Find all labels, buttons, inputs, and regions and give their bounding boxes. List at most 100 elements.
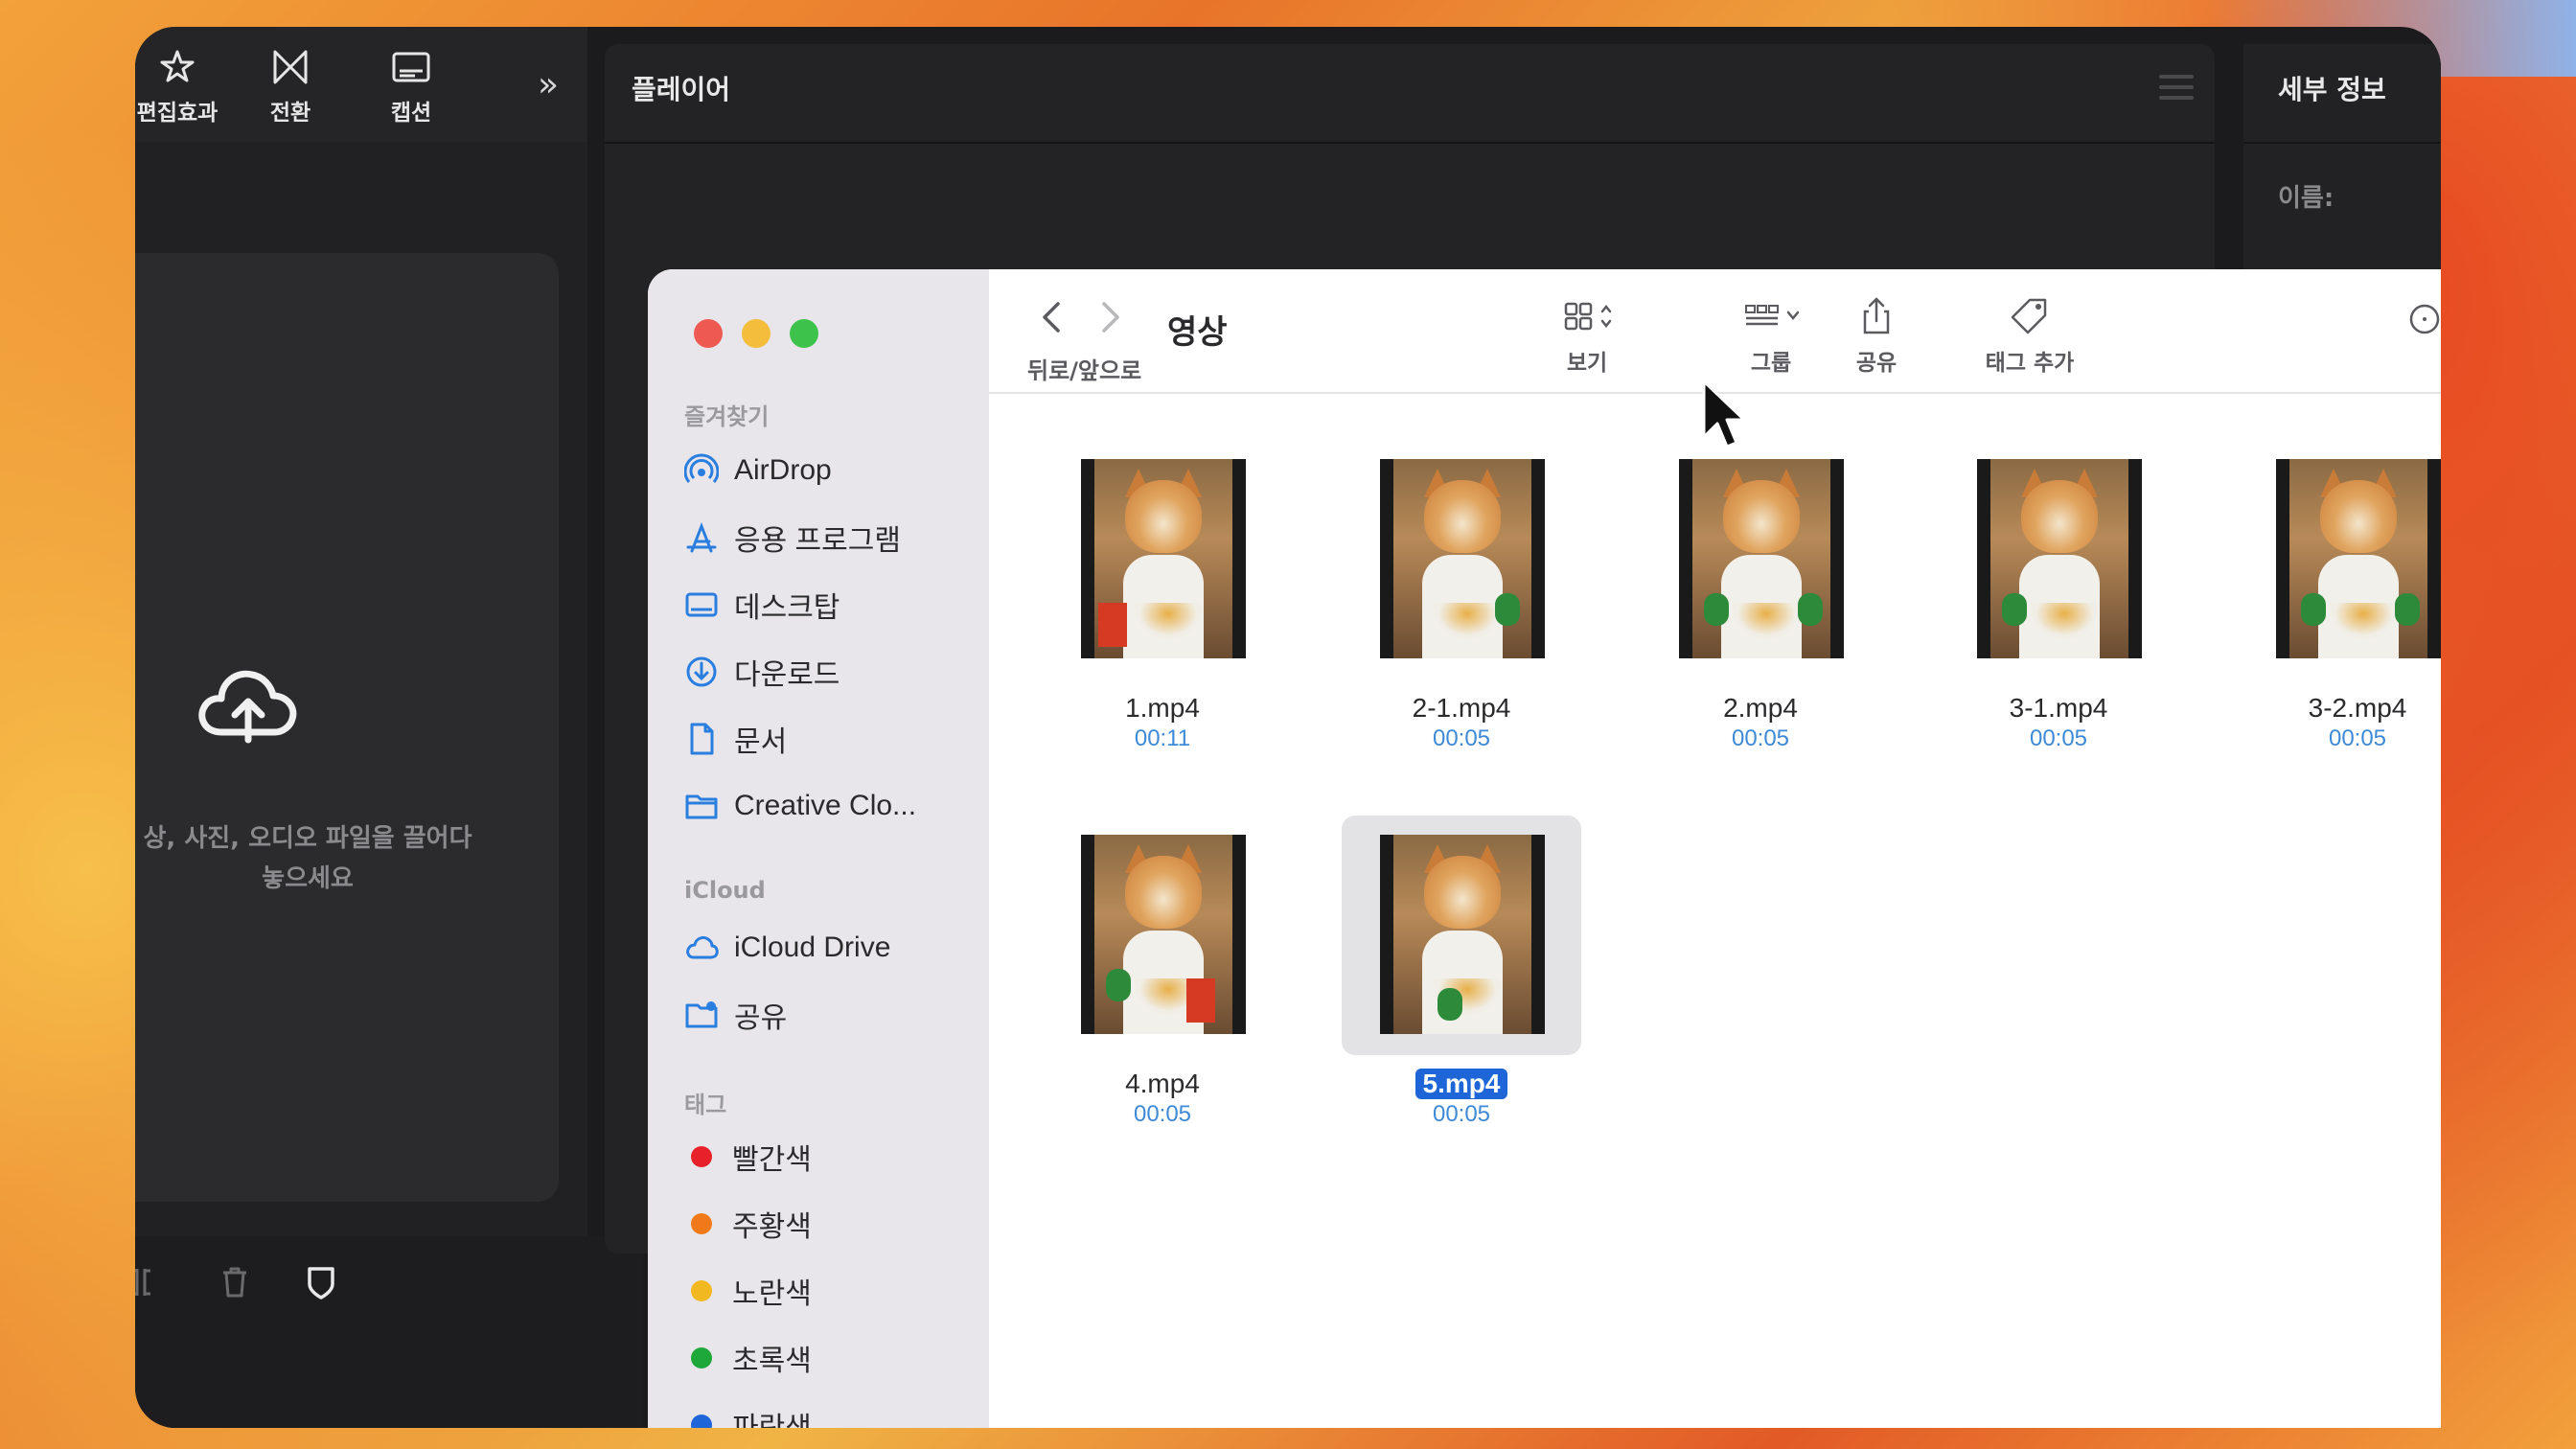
transition-icon <box>273 50 308 84</box>
double-chevron-right-icon[interactable]: » <box>538 65 559 104</box>
airdrop-icon <box>684 453 719 483</box>
cloud-upload-icon <box>198 670 297 744</box>
shield-icon[interactable] <box>302 1263 340 1301</box>
file-name: 3-2.mp4 <box>2308 693 2407 723</box>
video-thumbnail <box>1342 816 1581 1055</box>
icloud-header: iCloud <box>684 877 766 904</box>
sidebar-item-desktop[interactable]: 데스크탑 <box>682 584 840 626</box>
sidebar-item-airdrop[interactable]: AirDrop <box>682 449 832 492</box>
add-tag-button[interactable]: 태그 추가 <box>1963 296 2097 377</box>
view-button[interactable]: 보기 <box>1539 296 1635 377</box>
video-thumbnail <box>1641 440 1880 679</box>
share-icon <box>1863 297 1890 334</box>
file-name: 2-1.mp4 <box>1412 693 1511 723</box>
red-tag-dot <box>691 1146 712 1167</box>
group-icon <box>1745 305 1800 326</box>
group-label: 그룹 <box>1750 351 1792 376</box>
transition-label: 전환 <box>269 101 311 126</box>
share-button[interactable]: 공유 <box>1838 296 1915 377</box>
sidebar-tag-yellow[interactable]: 노란색 <box>682 1270 812 1312</box>
file-item[interactable]: 2-1.mp4 00:05 <box>1342 440 1581 752</box>
tag-label: 빨간색 <box>732 1144 812 1176</box>
trash-icon[interactable] <box>216 1263 254 1301</box>
desktop-icon <box>685 592 718 617</box>
tag-icon <box>2011 298 2047 334</box>
close-window-button[interactable] <box>694 319 723 348</box>
player-divider <box>605 142 2215 144</box>
details-title: 세부 정보 <box>2278 74 2386 105</box>
sidebar-tag-orange[interactable]: 주황색 <box>682 1203 812 1245</box>
sidebar-tag-green[interactable]: 초록색 <box>682 1337 812 1379</box>
file-item[interactable]: 3-2.mp4 00:05 <box>2238 440 2441 752</box>
zoom-window-button[interactable] <box>790 319 818 348</box>
file-duration: 00:05 <box>1731 725 1790 751</box>
details-name-label: 이름: <box>2278 184 2334 213</box>
finder-window: 즐겨찾기 AirDrop 응용 프로그램 데스크탑 다운로드 문서 Creati… <box>648 269 2441 1428</box>
file-item[interactable]: 1.mp4 00:11 <box>1043 440 1282 752</box>
folder-title: 영상 <box>1167 313 1228 352</box>
video-thumbnail <box>1342 440 1581 679</box>
sidebar-item-shared[interactable]: 공유 <box>682 994 787 1036</box>
file-duration: 00:05 <box>1133 1101 1192 1127</box>
video-thumbnail <box>2238 440 2441 679</box>
video-thumbnail <box>1043 816 1282 1055</box>
transition-button[interactable]: 전환 <box>242 46 338 126</box>
file-item[interactable]: 3-1.mp4 00:05 <box>1939 440 2178 752</box>
tag-label: 파란색 <box>732 1404 812 1428</box>
file-duration: 00:05 <box>1432 1101 1491 1127</box>
file-name: 5.mp4 <box>1414 1069 1508 1099</box>
file-name: 3-1.mp4 <box>2009 693 2108 723</box>
tag-label: 주황색 <box>732 1211 812 1243</box>
sidebar-item-icloud-drive[interactable]: iCloud Drive <box>682 927 890 969</box>
hamburger-menu-icon[interactable] <box>2159 75 2194 104</box>
dropzone-hint-line2: 놓으세요 <box>262 864 354 893</box>
effects-label: 편집효과 <box>136 101 218 126</box>
sidebar-item-applications[interactable]: 응용 프로그램 <box>682 517 901 559</box>
yellow-tag-dot <box>691 1280 712 1301</box>
details-divider <box>2243 142 2441 144</box>
icloud-icon <box>686 935 719 959</box>
file-duration: 00:05 <box>2328 725 2387 751</box>
effects-icon <box>160 50 195 82</box>
chevron-left-icon[interactable] <box>1037 298 1066 336</box>
sidebar-item-documents[interactable]: 문서 <box>682 718 787 760</box>
sidebar-tag-red[interactable]: 빨간색 <box>682 1136 812 1178</box>
sidebar-item-downloads[interactable]: 다운로드 <box>682 651 840 693</box>
dropzone-hint-line1: 상, 사진, 오디오 파일을 끌어다 <box>143 824 472 853</box>
shared-folder-icon <box>685 1001 718 1028</box>
file-name: 2.mp4 <box>1723 693 1798 723</box>
sidebar-item-label: 데스크탑 <box>734 592 840 624</box>
tag-label: 노란색 <box>732 1278 812 1310</box>
video-thumbnail <box>1939 440 2178 679</box>
sidebar-item-label: iCloud Drive <box>734 932 891 963</box>
sidebar-item-label: 공유 <box>734 1002 788 1034</box>
downloads-icon <box>686 656 717 687</box>
effects-button[interactable]: 편집효과 <box>135 46 225 126</box>
sidebar-item-creative-cloud[interactable]: Creative Clo... <box>682 785 916 827</box>
file-item-selected[interactable]: 5.mp4 00:05 <box>1342 816 1581 1128</box>
finder-sidebar: 즐겨찾기 AirDrop 응용 프로그램 데스크탑 다운로드 문서 Creati… <box>648 269 989 1428</box>
file-item[interactable]: 4.mp4 00:05 <box>1043 816 1282 1128</box>
favorites-header: 즐겨찾기 <box>684 403 770 430</box>
sidebar-item-label: 다운로드 <box>734 659 840 691</box>
blue-tag-dot <box>691 1414 712 1428</box>
caption-button[interactable]: 캡션 <box>363 46 459 126</box>
grid-view-icon <box>1564 302 1612 331</box>
file-name: 4.mp4 <box>1125 1069 1200 1098</box>
media-dropzone[interactable]: 상, 사진, 오디오 파일을 끌어다 놓으세요 <box>135 253 559 1202</box>
minimize-window-button[interactable] <box>742 319 770 348</box>
video-thumbnail <box>1043 440 1282 679</box>
chevron-right-icon[interactable] <box>1096 298 1125 336</box>
more-options-icon[interactable] <box>2405 300 2441 338</box>
file-duration: 00:05 <box>2029 725 2088 751</box>
caption-icon <box>392 52 430 82</box>
add-tag-label: 태그 추가 <box>1985 351 2075 376</box>
file-item[interactable]: 2.mp4 00:05 <box>1641 440 1880 752</box>
applications-icon <box>686 521 717 553</box>
folder-icon <box>685 794 718 819</box>
group-button[interactable]: 그룹 <box>1723 296 1819 377</box>
share-label: 공유 <box>1855 351 1898 376</box>
orange-tag-dot <box>691 1213 712 1234</box>
sidebar-tag-blue[interactable]: 파란색 <box>682 1404 812 1428</box>
split-icon[interactable] <box>135 1263 164 1301</box>
